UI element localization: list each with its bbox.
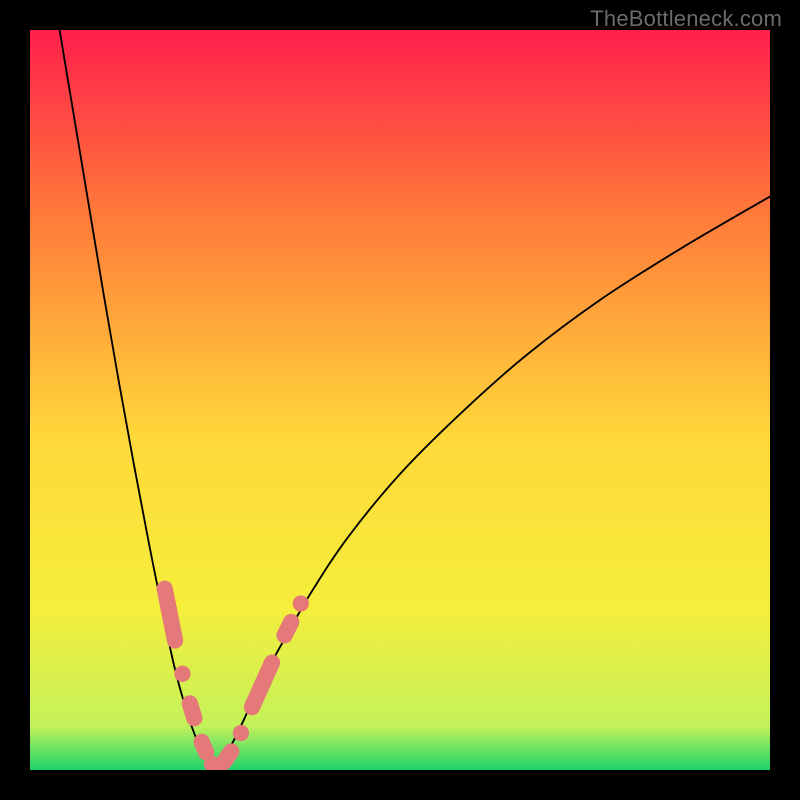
marker-dot: [233, 725, 249, 741]
marker-segment: [190, 703, 194, 718]
marker-dot: [174, 666, 190, 682]
marker-segment: [285, 622, 292, 635]
marker-group: [165, 589, 309, 767]
plot-area: [30, 30, 770, 770]
marker-segment: [202, 742, 206, 752]
watermark-text: TheBottleneck.com: [590, 6, 782, 32]
marker-dot: [293, 595, 309, 611]
marker-segment: [252, 663, 272, 707]
curve-layer: [30, 30, 770, 770]
chart-frame: TheBottleneck.com: [0, 0, 800, 800]
curve-left-branch: [60, 30, 215, 770]
marker-segment: [165, 589, 175, 641]
marker-segment: [212, 752, 231, 768]
curve-right-branch: [215, 197, 770, 771]
